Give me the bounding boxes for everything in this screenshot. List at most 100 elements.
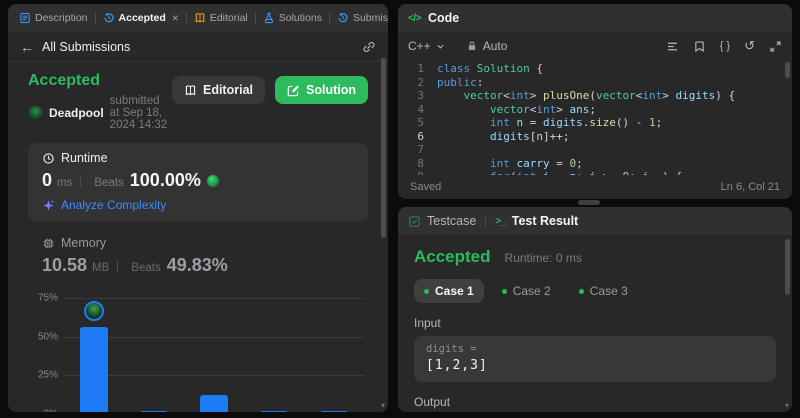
action-buttons: Editorial Solution (171, 76, 368, 104)
submitted-timestamp: submitted at Sep 18, 2024 14:32 (109, 95, 168, 131)
code-line[interactable]: 8 int carry = 0; (398, 157, 792, 171)
chart-ytick-label: 0% (28, 409, 58, 413)
book-icon (195, 13, 205, 23)
testcase-panel-header: Testcase >_ Test Result (398, 207, 792, 235)
auto-mode-toggle[interactable]: Auto (466, 39, 508, 53)
memory-value: 10.58 (42, 255, 88, 275)
code-panel-header: </> Code (398, 4, 792, 32)
case-dot (501, 288, 507, 294)
result-header: Accepted Deadpool submitted at Sep 18, 2… (28, 72, 368, 131)
code-line[interactable]: 4 vector<int> ans; (398, 103, 792, 117)
celebration-icon (206, 174, 219, 187)
result-status-block: Accepted Deadpool submitted at Sep 18, 2… (28, 72, 172, 131)
tab-label: Testcase (427, 214, 477, 228)
chart-bar[interactable] (140, 410, 168, 412)
solution-button[interactable]: Solution (275, 76, 368, 104)
divider (94, 12, 96, 24)
scrollbar-thumb[interactable] (785, 62, 790, 78)
solution-button-label: Solution (306, 83, 356, 97)
analyze-complexity-link[interactable]: Analyze Complexity (42, 198, 354, 212)
case-label: Case 3 (589, 284, 628, 298)
scrollbar-thumb[interactable] (381, 58, 386, 238)
breadcrumb: ← All Submissions (8, 32, 388, 62)
tab-accepted[interactable]: Accepted × (98, 4, 184, 32)
submitter-row: Deadpool submitted at Sep 18, 2024 14:32 (28, 95, 172, 131)
line-number: 3 (417, 89, 424, 102)
tab-testcase[interactable]: Testcase (408, 214, 476, 228)
test-result-panel: Testcase >_ Test Result Accepted Runtime… (398, 207, 792, 412)
tab-editorial[interactable]: Editorial (189, 4, 253, 32)
code-line[interactable]: 5 int n = digits.size() - 1; (398, 116, 792, 130)
expand-icon[interactable] (769, 40, 782, 53)
user-avatar-marker (84, 301, 104, 322)
code-line[interactable]: 6 digits[n]++; (398, 130, 792, 144)
username[interactable]: Deadpool (49, 106, 104, 120)
braces-icon[interactable]: { } (720, 40, 730, 52)
back-arrow-icon[interactable]: ← (20, 40, 34, 54)
chart-gridline (64, 375, 364, 377)
tab-label: Accepted (118, 12, 166, 24)
copy-link-icon[interactable] (362, 40, 376, 54)
code-line[interactable]: 1 class Solution { (398, 62, 792, 76)
beats-label: Beats (94, 177, 124, 189)
divider (328, 12, 330, 24)
terminal-icon: >_ (495, 215, 506, 227)
chart-bar[interactable] (320, 410, 348, 412)
close-icon[interactable]: × (172, 12, 179, 24)
case-3-pill[interactable]: Case 3 (569, 279, 638, 303)
case-label: Case 2 (512, 284, 551, 298)
memory-metric-block[interactable]: Memory 10.58 MB Beats 49.83% (28, 236, 368, 276)
case-1-pill[interactable]: Case 1 (414, 279, 484, 303)
bookmark-icon[interactable] (693, 40, 706, 53)
input-value: [1,2,3] (426, 358, 488, 373)
code-icon: </> (408, 12, 421, 24)
code-panel: </> Code C++ Auto { } ↺ 1 class Solution … (398, 4, 792, 199)
left-tabbar: Description Accepted × Editorial Solutio… (8, 4, 388, 32)
scrollbar-thumb[interactable] (785, 239, 790, 295)
page: { "colors": { "accent_green": "#2cbb5d",… (0, 0, 800, 418)
memory-beats-value: 49.83% (166, 255, 228, 275)
tab-label: Description (35, 12, 88, 24)
panel-resize-handle[interactable] (578, 200, 600, 205)
case-label: Case 1 (435, 284, 474, 298)
history-icon (338, 13, 348, 23)
runtime-metric-card[interactable]: Runtime 0 ms Beats 100.00% Analyze Compl… (28, 143, 368, 221)
chart-gridline (64, 298, 364, 299)
format-lines-icon[interactable] (666, 40, 679, 53)
memory-header: Memory (42, 236, 354, 250)
check-square-icon (409, 215, 420, 227)
line-number: 5 (417, 116, 424, 129)
tab-test-result[interactable]: >_ Test Result (495, 214, 578, 228)
chart-bar[interactable] (200, 395, 228, 412)
divider (254, 12, 256, 24)
chart-bar[interactable] (80, 327, 108, 412)
editorial-button[interactable]: Editorial (171, 76, 265, 104)
line-number: 8 (417, 156, 424, 170)
code-line[interactable]: 3 vector<int> plusOne(vector<int> digits… (398, 89, 792, 103)
line-number: 4 (417, 102, 424, 116)
chart-bar[interactable] (260, 410, 288, 412)
tab-description[interactable]: Description (14, 4, 93, 32)
code-editor[interactable]: 1 class Solution {2 public: 3 vector<int> p… (398, 60, 792, 175)
tab-solutions[interactable]: Solutions (258, 4, 327, 32)
line-number: 1 (417, 62, 424, 75)
clock-icon (43, 152, 54, 164)
save-status: Saved (410, 181, 442, 193)
reset-code-icon[interactable]: ↺ (744, 38, 755, 54)
scroll-down-arrow[interactable]: ▾ (381, 402, 385, 410)
language-selector[interactable]: C++ (408, 39, 446, 53)
input-variable-name: digits = (426, 343, 477, 355)
scroll-down-arrow[interactable]: ▾ (785, 402, 789, 410)
auto-mode-label: Auto (482, 39, 508, 53)
breadcrumb-title[interactable]: All Submissions (42, 40, 130, 54)
divider (485, 215, 487, 227)
chevron-down-icon (437, 44, 444, 49)
code-line[interactable]: 2 public: (398, 76, 792, 90)
code-line[interactable]: 9 for(int i = n; i >= 0; i--) { (398, 170, 792, 175)
tab-submissions[interactable]: Submissions (332, 4, 388, 32)
case-2-pill[interactable]: Case 2 (492, 279, 561, 303)
code-line[interactable]: 7 (398, 143, 792, 157)
runtime-label: Runtime (61, 151, 108, 165)
output-label: Output (414, 395, 451, 409)
line-number: 9 (398, 170, 424, 175)
